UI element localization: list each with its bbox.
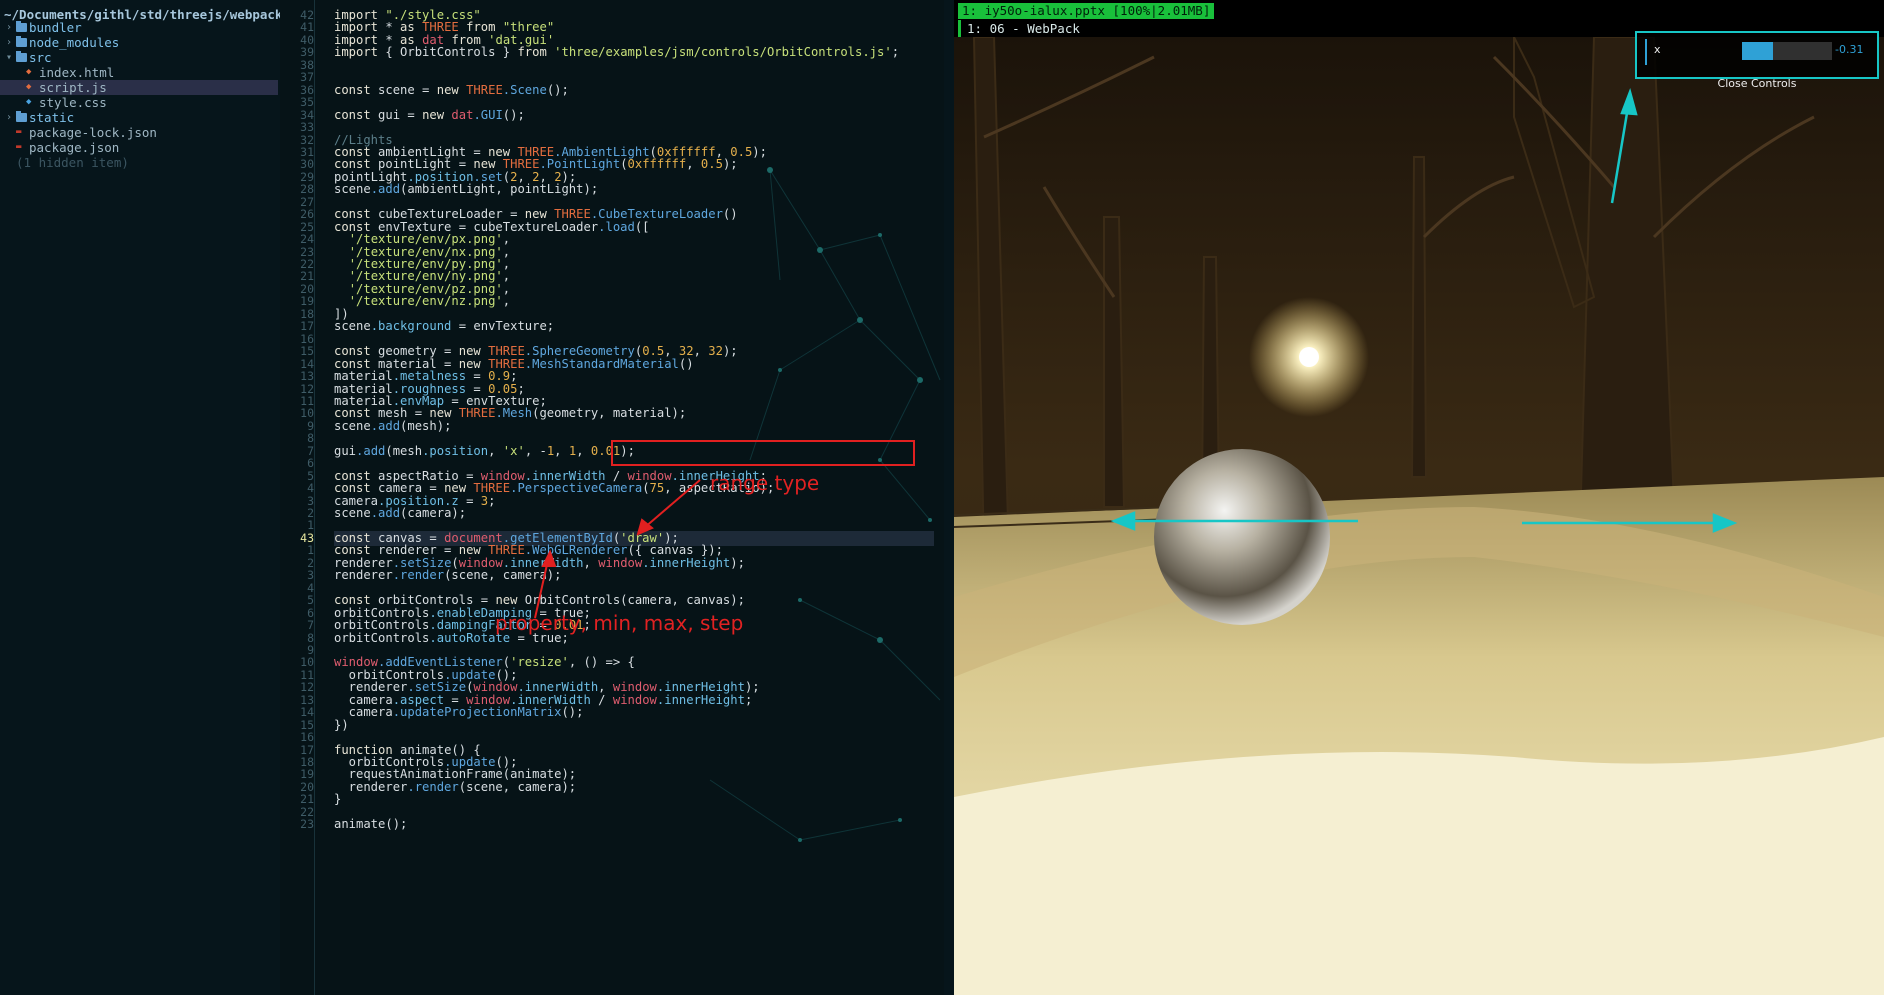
tree-item[interactable]: ▾ src <box>0 50 278 65</box>
tree-item: (1 hidden item) <box>0 155 278 170</box>
gui-close-controls-button[interactable]: Close Controls <box>1637 77 1877 90</box>
chevron-right-icon[interactable]: › <box>6 110 12 125</box>
tree-item-label: bundler <box>29 20 82 35</box>
tree-item-label: style.css <box>39 95 107 110</box>
gui-value-input[interactable]: -0.31 <box>1835 43 1863 56</box>
gui-slider-fill <box>1742 42 1774 60</box>
file-icon: ◆ <box>26 67 32 77</box>
code-editor[interactable]: 42 41 40 39 38 37 36 35 34 33 32 31 30 29 28 27 26 25 24 23… <box>280 0 945 995</box>
viewer-title: 1: iy50o-ialux.pptx [100%|2.01MB] <box>958 3 1215 19</box>
tree-item-label: index.html <box>39 65 115 80</box>
dat-gui-panel: x -0.31 Close Controls <box>1635 31 1879 90</box>
gui-slider[interactable] <box>1742 42 1832 60</box>
file-icon: ◆ <box>26 97 32 107</box>
tree-item[interactable]: ▬ package.json <box>0 140 278 155</box>
scene-canvas[interactable] <box>954 37 1884 995</box>
tree-item[interactable]: ◆ script.js <box>0 80 278 95</box>
gui-number-indicator <box>1645 39 1647 65</box>
tree-item-label: package-lock.json <box>29 125 157 140</box>
tree-item[interactable]: › node_modules <box>0 35 278 50</box>
folder-icon <box>16 21 27 32</box>
chevron-right-icon[interactable]: › <box>6 20 12 35</box>
split-divider[interactable] <box>944 0 954 995</box>
webgl-viewer[interactable]: 1: iy50o-ialux.pptx [100%|2.01MB] 1: 06 … <box>954 0 1884 995</box>
chevron-down-icon[interactable]: ▾ <box>6 50 12 65</box>
annotation-range-type: range type <box>710 471 820 495</box>
reflective-sphere <box>1154 449 1330 625</box>
tree-item-label: script.js <box>39 80 107 95</box>
tree-item[interactable]: › static <box>0 110 278 125</box>
tree-item[interactable]: › bundler <box>0 20 278 35</box>
folder-icon <box>16 36 27 47</box>
tree-item[interactable]: ▬ package-lock.json <box>0 125 278 140</box>
tree-item-label: (1 hidden item) <box>16 155 129 170</box>
folder-icon <box>16 51 27 62</box>
file-icon: ◆ <box>26 82 32 92</box>
chevron-right-icon[interactable]: › <box>6 35 12 50</box>
file-tree-panel: ~/Documents/githl/std/threejs/webpack › b… <box>0 0 280 995</box>
tree-item-label: static <box>29 110 75 125</box>
viewer-subtitle: 1: 06 - WebPack <box>958 20 1080 37</box>
gui-property-label: x <box>1654 43 1661 56</box>
tree-item-label: src <box>29 50 52 65</box>
file-icon: ▬ <box>16 142 22 152</box>
tree-item[interactable]: ◆ style.css <box>0 95 278 110</box>
tree-item-label: node_modules <box>29 35 120 50</box>
folder-icon <box>16 111 27 122</box>
annotation-arrows <box>534 479 701 619</box>
tree-item-label: package.json <box>29 140 120 155</box>
annotation-params: property, min, max, step <box>495 611 744 635</box>
file-icon: ▬ <box>16 127 22 137</box>
tree-item[interactable]: ◆ index.html <box>0 65 278 80</box>
